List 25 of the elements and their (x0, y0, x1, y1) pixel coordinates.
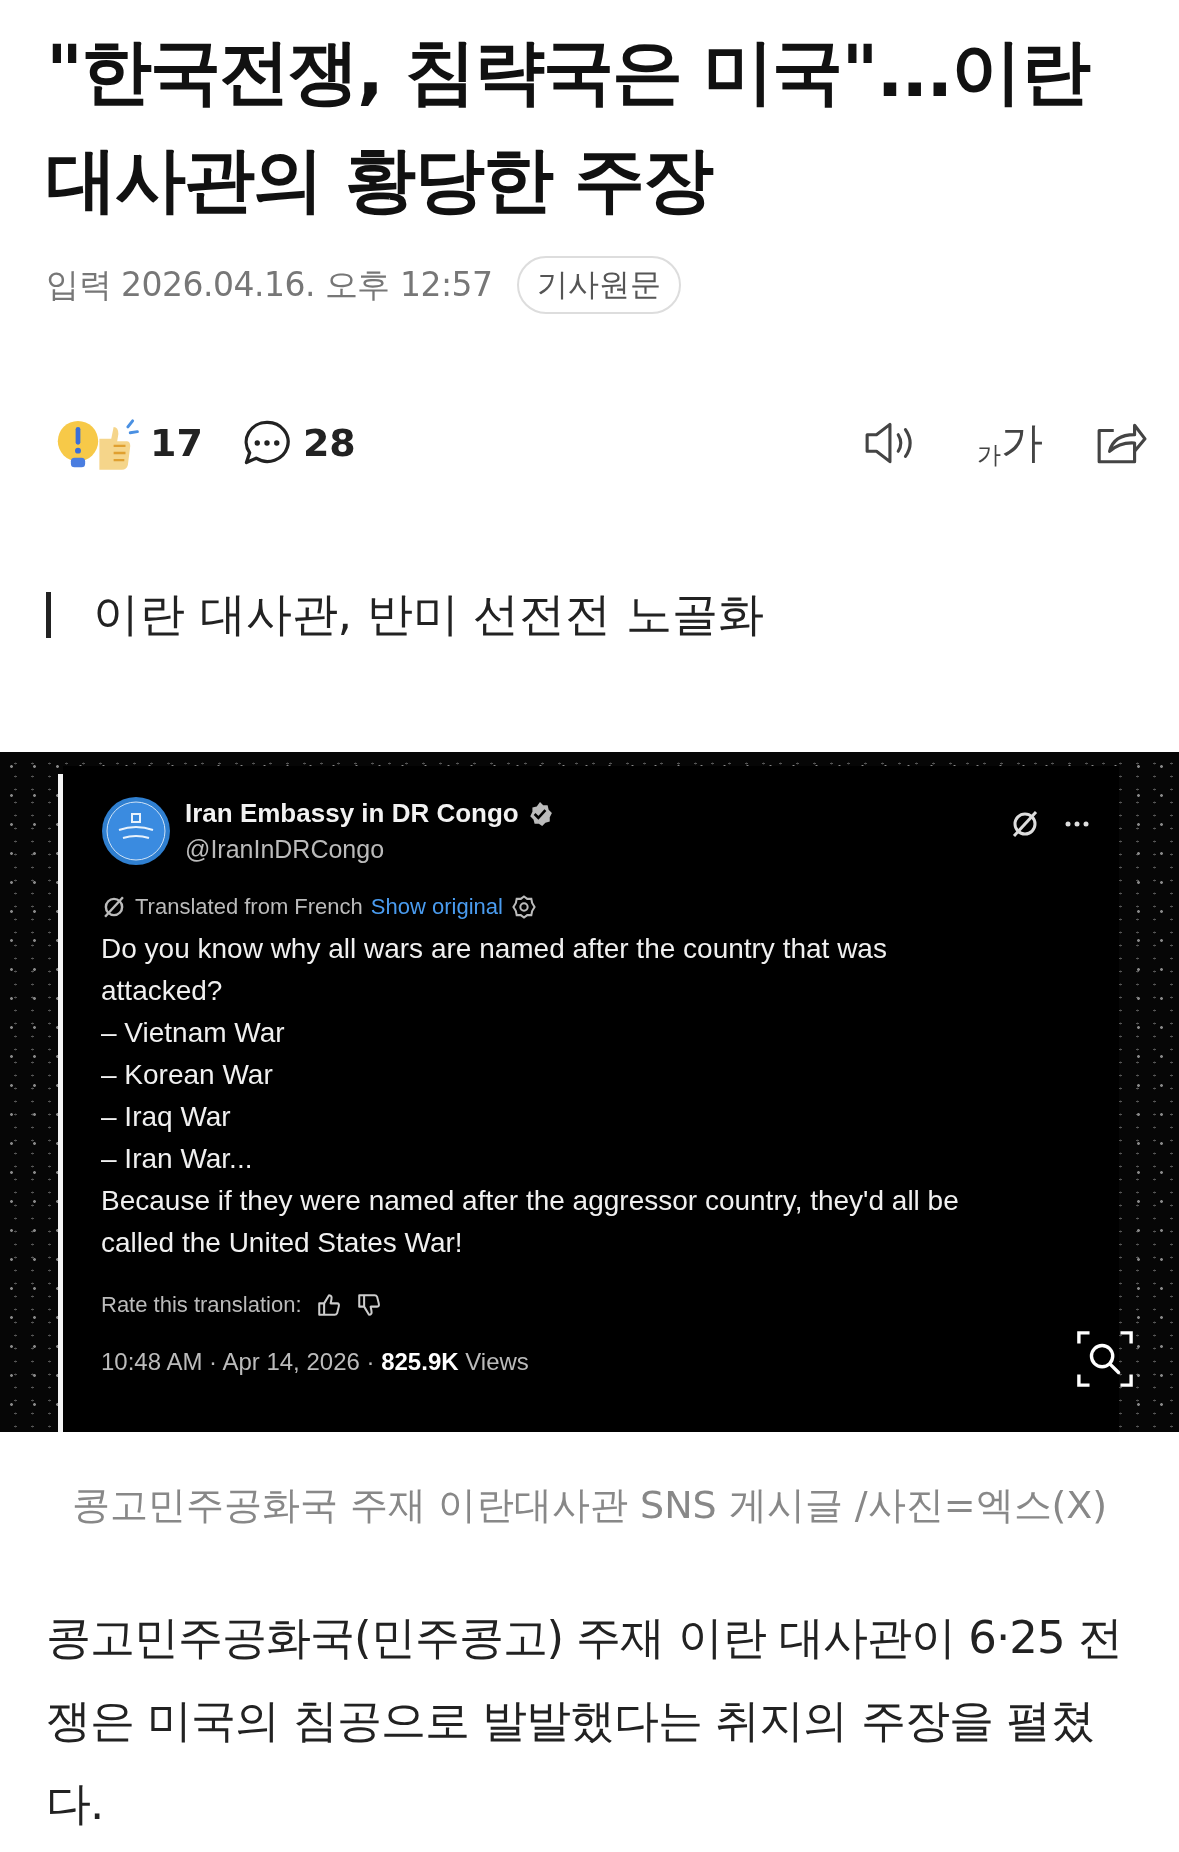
tweet-text: – Iran War... (101, 1142, 254, 1176)
settings-icon[interactable] (510, 894, 537, 920)
publish-date: 입력 2026.04.16. 오후 12:57 (46, 263, 493, 306)
show-original-link[interactable]: Show original (370, 894, 503, 920)
article-paragraph: 콩고민주공화국(민주콩고) 주재 이란 대사관이 6·25 전쟁은 미국의 침공으로 발발했다는 취지의 주장을 펼쳤다. (46, 1610, 1123, 1832)
article-title: "한국전쟁, 침략국은 미국"...이란 대사관의 황당한 주장 (46, 29, 1091, 223)
rate-translation-label: Rate this translation: (101, 1292, 302, 1318)
original-article-link[interactable]: 기사원문 (516, 256, 681, 314)
tweet-text: Because if they were named after the aggressor country, they'd all be called the United States War! (101, 1184, 960, 1260)
account-handle: @IranInDRCongo (185, 835, 386, 864)
thumbs-down-icon[interactable] (355, 1292, 382, 1318)
avatar-icon (101, 796, 171, 866)
tweet-text: – Korean War (101, 1058, 274, 1092)
translation-note: Translated from French (135, 894, 363, 920)
account-name: Iran Embassy in DR Congo (185, 798, 519, 829)
reaction-count: 17 (150, 421, 203, 465)
zoom-icon[interactable] (1076, 1330, 1134, 1388)
tweet-text: – Vietnam War (101, 1016, 286, 1050)
thumbs-up-icon[interactable] (315, 1292, 342, 1318)
tweet-text: Do you know why all wars are named after the country that was attacked? (101, 932, 888, 1008)
tweet-text: – Iraq War (101, 1100, 232, 1134)
photo-caption: 콩고민주공화국 주재 이란대사관 SNS 게시글 /사진=엑스(X) (70, 1482, 1109, 1529)
subheading: 이란 대사관, 반미 선전전 노골화 (93, 586, 765, 643)
tweet-timestamp: 10:48 AM · Apr 14, 2026 · 825.9K Views (101, 1348, 529, 1375)
comment-count: 28 (302, 421, 356, 465)
